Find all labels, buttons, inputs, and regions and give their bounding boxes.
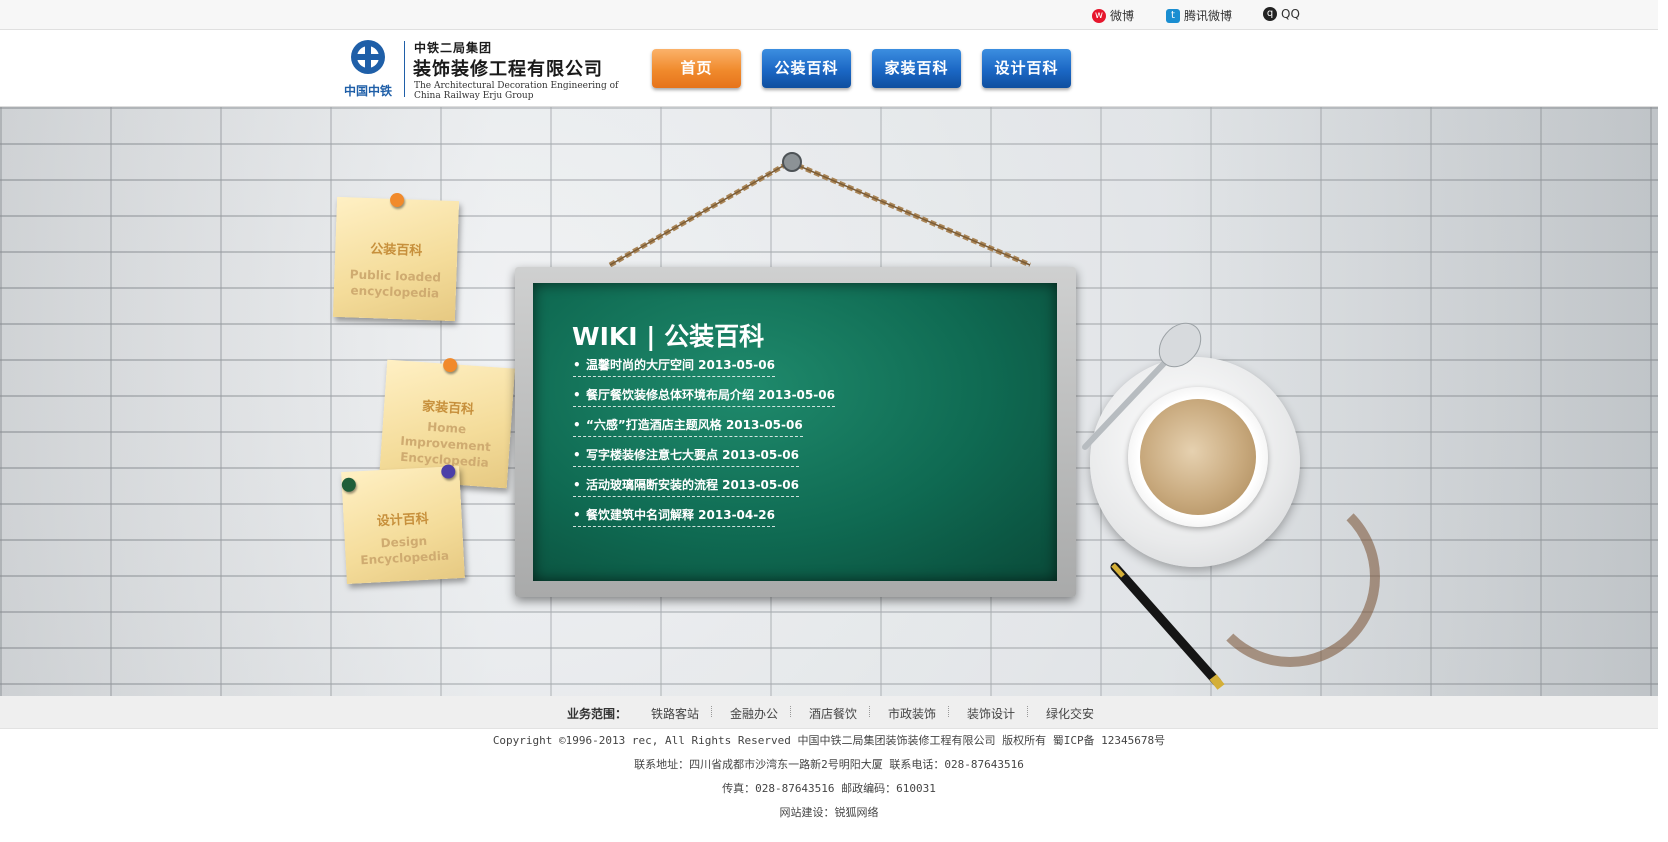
logo-english-line1: The Architectural Decoration Engineering…: [414, 81, 619, 91]
wiki-article-link[interactable]: 餐厅餐饮装修总体环境布局介绍 2013-05-06: [573, 386, 835, 407]
wiki-article-item[interactable]: 写字楼装修注意七大要点 2013-05-06: [573, 446, 835, 476]
qq-label: QQ: [1281, 7, 1300, 21]
divider: [948, 706, 950, 717]
logo-group-name: 中铁二局集团: [414, 41, 493, 55]
business-scope-label: 业务范围：: [567, 707, 628, 721]
qq-icon: q: [1263, 7, 1277, 21]
crec-logo-icon: 中国中铁: [344, 40, 392, 98]
business-finance-office[interactable]: 金融办公: [730, 705, 778, 722]
business-scope-bar: 业务范围： 铁路客站 金融办公 酒店餐饮 市政装饰 装饰设计 绿化交安: [0, 696, 1658, 729]
nav-design-wiki[interactable]: 设计百科: [982, 49, 1071, 88]
tencent-weibo-label: 腾讯微博: [1184, 9, 1233, 23]
wiki-title: WIKI | 公装百科: [572, 322, 765, 351]
spoon-icon: [1082, 322, 1202, 450]
pin-icon: [442, 357, 458, 373]
logo-company-name: 装饰装修工程有限公司: [413, 59, 603, 80]
pen-icon: [1110, 562, 1225, 690]
wiki-article-item[interactable]: “六感”打造酒店主题风格 2013-05-06: [573, 416, 835, 446]
top-bar: w 微博 t 腾讯微博 q QQ: [0, 0, 1658, 30]
note-design-wiki[interactable]: 设计百科 Design Encyclopedia: [341, 464, 465, 585]
nav-public-wiki[interactable]: 公装百科: [762, 49, 851, 88]
tencent-weibo-icon: t: [1166, 8, 1180, 23]
weibo-label: 微博: [1110, 9, 1135, 23]
tencent-weibo-link[interactable]: t 腾讯微博: [1166, 7, 1232, 24]
note-design-wiki-zh: 设计百科: [376, 511, 430, 530]
wiki-article-item[interactable]: 餐厅餐饮装修总体环境布局介绍 2013-05-06: [573, 386, 835, 416]
site-footer: Copyright ©1996-2013 rec, All Rights Res…: [0, 729, 1658, 825]
wiki-article-list: 温馨时尚的大厅空间 2013-05-06 餐厅餐饮装修总体环境布局介绍 2013…: [573, 356, 835, 536]
footer-builder[interactable]: 网站建设：锐狐网络: [0, 801, 1658, 825]
business-decoration-design[interactable]: 装饰设计: [967, 705, 1015, 722]
pin-icon: [440, 464, 456, 479]
note-public-wiki-zh: 公装百科: [370, 242, 423, 259]
wiki-article-link[interactable]: 活动玻璃隔断安装的流程 2013-05-06: [573, 476, 799, 497]
nav-home-wiki[interactable]: 家装百科: [872, 49, 961, 88]
wiki-article-link[interactable]: “六感”打造酒店主题风格 2013-05-06: [573, 416, 803, 437]
wiki-article-item[interactable]: 餐饮建筑中名词解释 2013-04-26: [573, 506, 835, 536]
divider: [869, 706, 871, 717]
weibo-icon: w: [1092, 8, 1106, 23]
pin-icon: [341, 477, 357, 493]
logo-english-name: The Architectural Decoration Engineering…: [414, 81, 618, 101]
wiki-article-item[interactable]: 温馨时尚的大厅空间 2013-05-06: [573, 356, 835, 386]
business-greening-traffic[interactable]: 绿化交安: [1046, 705, 1094, 722]
business-hotel-dining[interactable]: 酒店餐饮: [809, 705, 857, 722]
divider: [790, 706, 792, 717]
footer-copyright: Copyright ©1996-2013 rec, All Rights Res…: [492, 734, 1166, 747]
wiki-article-link[interactable]: 餐饮建筑中名词解释 2013-04-26: [573, 506, 775, 527]
qq-link[interactable]: q QQ: [1263, 7, 1300, 21]
divider: [1027, 706, 1029, 717]
wiki-article-link[interactable]: 写字楼装修注意七大要点 2013-05-06: [573, 446, 799, 467]
logo-english-line2: China Railway Erju Group: [414, 91, 534, 101]
footer-address: 联系地址：四川省成都市沙湾东一路新2号明阳大厦 联系电话：028-8764351…: [634, 758, 1024, 771]
nav-home[interactable]: 首页: [652, 49, 741, 88]
hero-banner: 公装百科 Public loaded encyclopedia 家装百科 Hom…: [0, 107, 1658, 696]
wiki-article-item[interactable]: 活动玻璃隔断安装的流程 2013-05-06: [573, 476, 835, 506]
note-public-wiki-en2: encyclopedia: [350, 283, 440, 301]
footer-fax: 传真：028-87643516 邮政编码：610031: [722, 782, 936, 795]
wiki-article-link[interactable]: 温馨时尚的大厅空间 2013-05-06: [573, 356, 775, 377]
site-header: 中国中铁 中铁二局集团 装饰装修工程有限公司 The Architectural…: [0, 30, 1658, 107]
company-logo[interactable]: 中国中铁 中铁二局集团 装饰装修工程有限公司 The Architectural…: [338, 37, 618, 101]
business-municipal-decoration[interactable]: 市政装饰: [888, 705, 936, 722]
logo-divider: [404, 41, 405, 97]
business-railway-stations[interactable]: 铁路客站: [651, 705, 699, 722]
note-public-wiki[interactable]: 公装百科 Public loaded encyclopedia: [332, 192, 460, 322]
divider: [711, 706, 713, 717]
svg-text:中国中铁: 中国中铁: [344, 83, 392, 98]
weibo-link[interactable]: w 微博: [1092, 7, 1134, 24]
pin-icon: [389, 192, 405, 208]
